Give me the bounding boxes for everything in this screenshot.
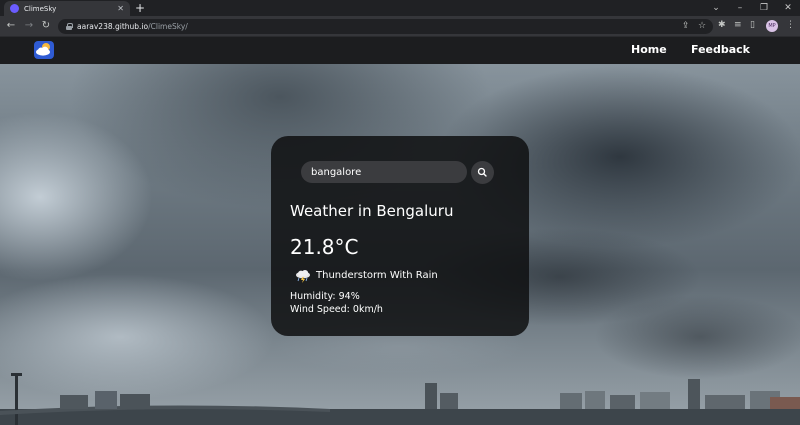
reload-icon[interactable]: ↻ <box>39 19 53 33</box>
city-search-input[interactable] <box>301 161 467 183</box>
app-navbar: Home Feedback <box>0 37 800 64</box>
search-button[interactable] <box>471 161 494 184</box>
browser-toolbar: ← → ↻ aarav238.github.io /ClimeSky/ ⇪ ☆ … <box>0 16 800 37</box>
tab-close-icon[interactable]: ✕ <box>117 4 124 13</box>
browser-tab[interactable]: ClimeSky ✕ <box>4 1 130 16</box>
new-tab-icon[interactable]: + <box>135 1 145 15</box>
browser-tabstrip: ClimeSky ✕ + ⌄ – ❐ ✕ <box>0 0 800 16</box>
menu-icon[interactable]: ⋮ <box>786 20 795 30</box>
cloud-sun-logo-icon[interactable] <box>34 41 54 59</box>
window-close-icon[interactable]: ✕ <box>774 0 800 16</box>
weather-card: Weather in Bengaluru 21.8°C Thunderstorm… <box>271 136 529 336</box>
favicon-icon <box>10 4 19 13</box>
profile-avatar[interactable]: MP <box>766 20 778 32</box>
address-bar[interactable]: aarav238.github.io /ClimeSky/ ⇪ ☆ <box>58 19 713 34</box>
thunderstorm-icon <box>296 270 310 283</box>
temperature: 21.8°C <box>290 235 359 259</box>
share-icon[interactable]: ⇪ <box>682 21 690 31</box>
url-path: /ClimeSky/ <box>148 22 188 31</box>
city-skyline-background <box>0 373 800 425</box>
forward-icon[interactable]: → <box>22 19 36 33</box>
extensions-icon[interactable]: ✱ <box>718 20 726 30</box>
side-panel-icon[interactable]: ▯ <box>750 20 755 30</box>
city-title: Weather in Bengaluru <box>290 202 454 220</box>
humidity-text: Humidity: 94% <box>290 291 360 302</box>
back-icon[interactable]: ← <box>4 19 18 33</box>
bookmark-star-icon[interactable]: ☆ <box>698 21 706 31</box>
lock-icon[interactable] <box>66 23 73 30</box>
search-icon <box>477 167 487 177</box>
tab-title: ClimeSky <box>24 4 57 13</box>
media-icon[interactable]: ≡ <box>734 20 742 30</box>
url-host: aarav238.github.io <box>77 22 149 31</box>
weather-condition: Thunderstorm With Rain <box>316 270 438 281</box>
wind-speed-text: Wind Speed: 0km/h <box>290 304 383 315</box>
nav-home-link[interactable]: Home <box>631 43 667 56</box>
nav-feedback-link[interactable]: Feedback <box>691 43 750 56</box>
page-viewport: Home Feedback Weather in Bengaluru 21.8°… <box>0 37 800 425</box>
